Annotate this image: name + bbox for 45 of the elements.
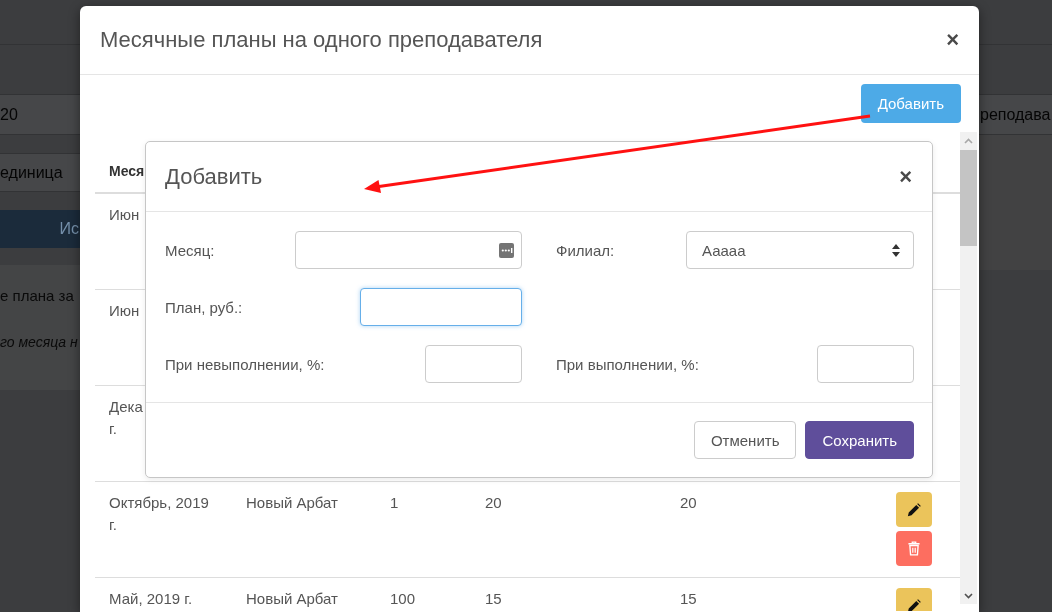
month-text: Май, 2019 г. [109,589,193,609]
section-heading: е плана за [0,287,74,304]
scrollbar-thumb[interactable] [960,150,977,246]
number-text: 20 [485,493,502,513]
number-text: 15 [485,589,502,609]
cancel-button[interactable]: Отменить [693,421,797,459]
number-text: 15 [680,589,697,609]
number-text: 1 [390,493,399,513]
scrollbar[interactable] [960,132,977,604]
branch-text: Новый Арбат [246,493,338,513]
edit-button[interactable] [896,492,932,527]
branch-text: Новый Арбат [246,589,338,609]
pencil-icon [907,502,921,517]
save-button[interactable]: Сохранить [805,421,914,459]
column-header: Меся [109,163,145,179]
month-text: Октябрь, 2019 г. [109,493,210,535]
column-text: реподава [980,105,1051,124]
pencil-icon [907,598,921,611]
dialog-title: Добавить [165,163,263,190]
plan-input[interactable] [360,288,522,326]
number-text: 100 [390,589,416,609]
field-label: План, руб.: [165,298,243,316]
number-text: 20 [680,493,697,513]
percent-input[interactable] [817,345,914,383]
field-label: При невыполнении, %: [165,355,325,373]
note-text: го месяца н [0,334,78,350]
scroll-down-icon [964,593,973,599]
branch-select[interactable]: Ааааа [686,231,914,269]
month-text: Дека г. [109,397,143,439]
field-label: Месяц: [165,241,215,259]
close-button[interactable]: × [899,165,912,188]
value-text: 20 [0,105,18,124]
month-text: Июн [109,301,140,321]
percent-input[interactable] [425,345,522,383]
month-field[interactable] [295,231,522,269]
action-button[interactable]: Ис [0,210,80,248]
scroll-up-icon [964,138,973,144]
field-label: Филиал: [556,241,615,259]
dialog-title: Месячные планы на одного преподавателя [100,27,543,53]
month-text: Июн [109,205,140,225]
field-label: При выполнении, %: [556,355,699,373]
ellipsis-icon [499,242,514,258]
updown-caret-icon [892,243,900,257]
trash-icon [908,541,920,556]
close-button[interactable]: × [946,29,959,51]
